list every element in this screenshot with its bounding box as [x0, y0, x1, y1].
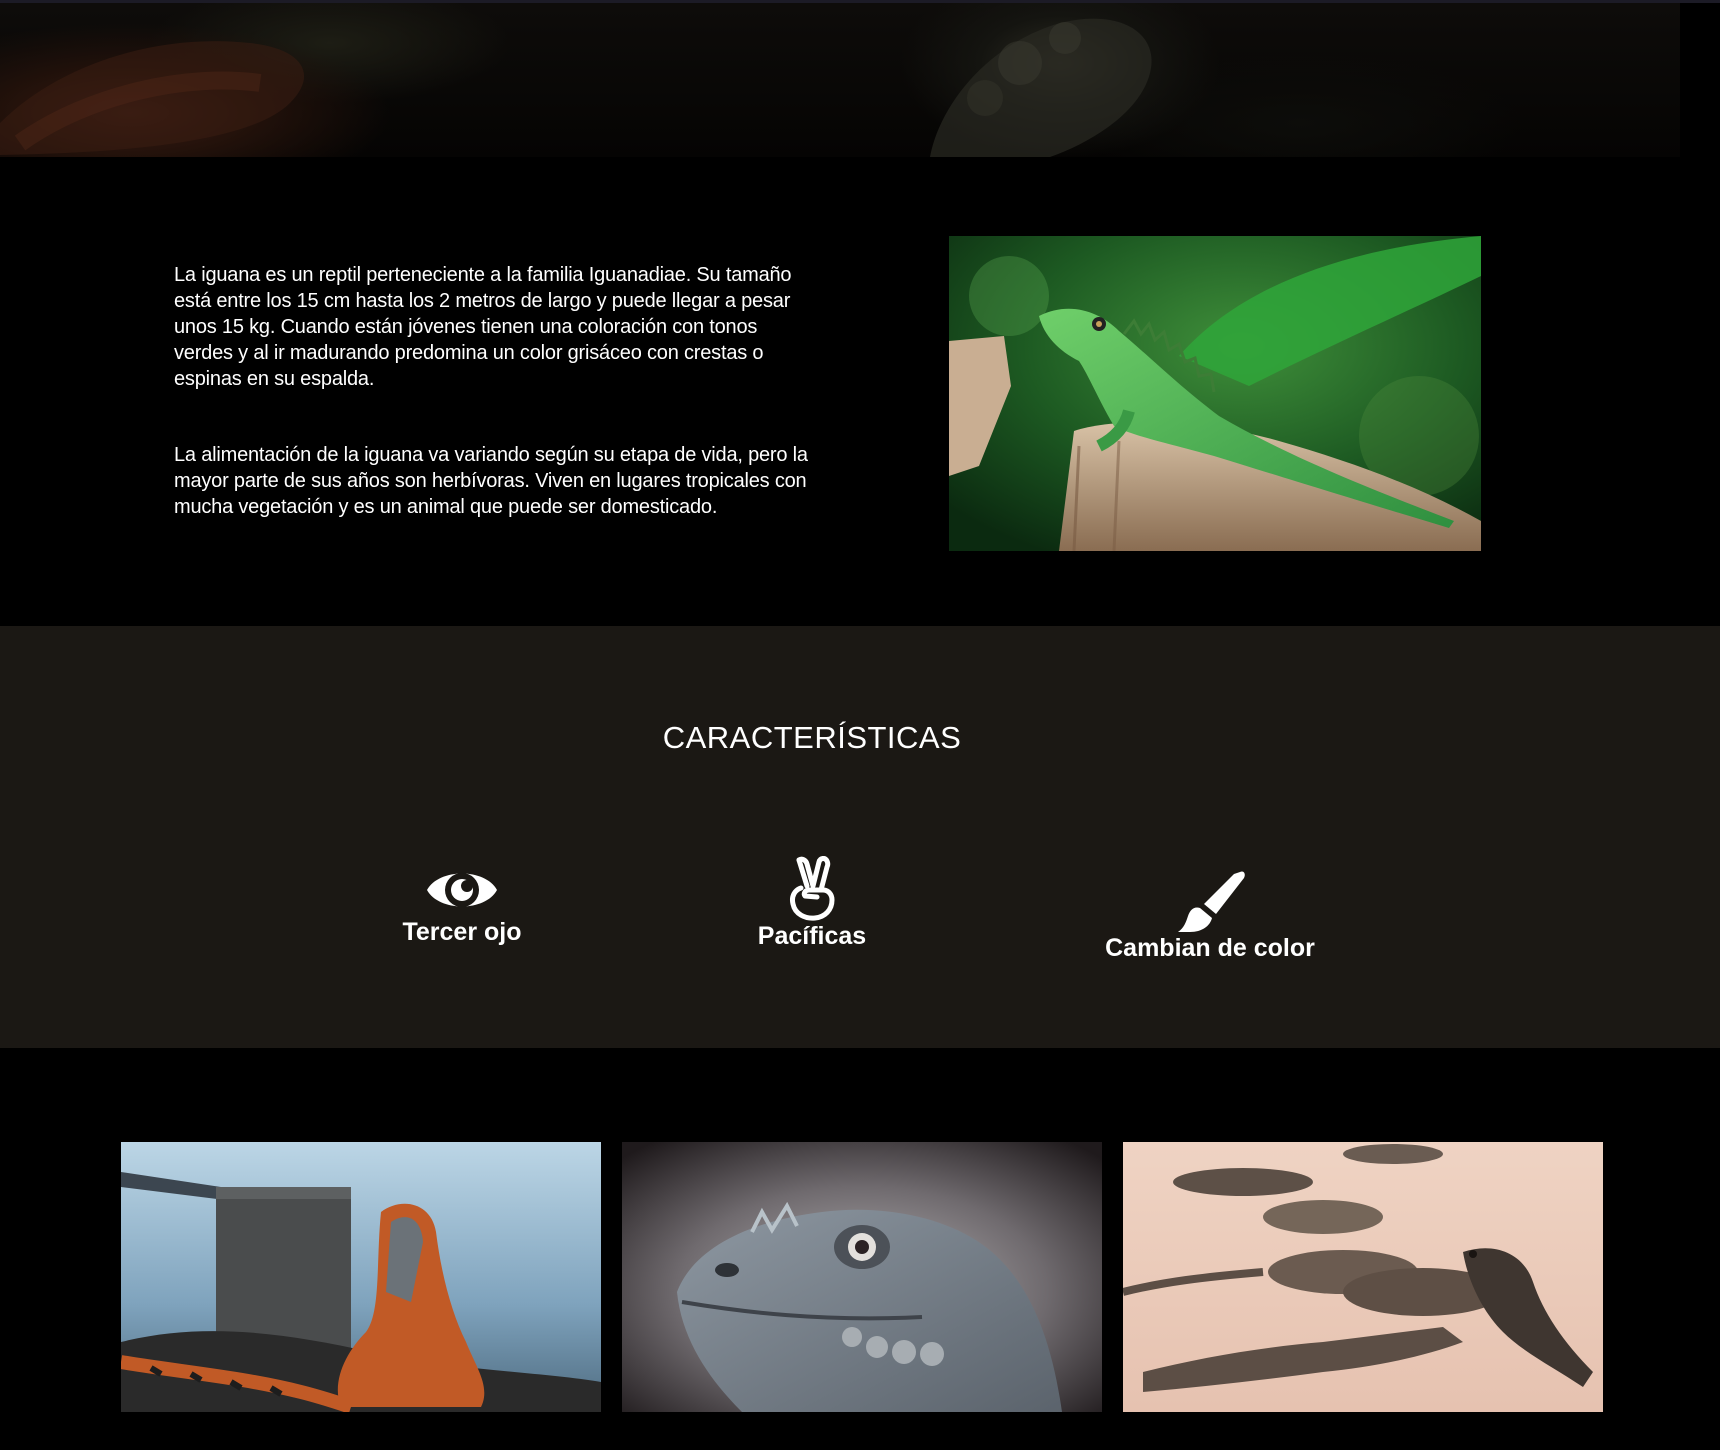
iguana-closeup-art [622, 1142, 1102, 1412]
orange-iguana-art [121, 1142, 601, 1412]
feature-label: Cambian de color [1105, 934, 1315, 962]
hero-right-margin [1680, 3, 1720, 157]
intro-paragraph-1: La iguana es un reptil perteneciente a l… [174, 264, 792, 390]
gallery-section [0, 1048, 1720, 1450]
beach-iguanas-art [1123, 1142, 1603, 1412]
peace-hand-icon [790, 856, 835, 921]
eye-icon [427, 873, 497, 907]
feature-label: Pacíficas [757, 922, 867, 950]
paint-brush-icon [1178, 871, 1245, 932]
intro-text: La iguana es un reptil perteneciente a l… [174, 262, 814, 570]
hero-image-art [0, 18, 1152, 157]
hero-banner-image [0, 3, 1680, 157]
intro-section: La iguana es un reptil perteneciente a l… [0, 157, 1720, 626]
gallery-photo-beach-iguanas [1123, 1142, 1603, 1412]
feature-cambian-de-color: Cambian de color [1060, 868, 1360, 963]
intro-paragraph-2: La alimentación de la iguana va variando… [174, 444, 808, 518]
gallery-photo-orange-iguana [121, 1142, 601, 1412]
features-section: CARACTERÍSTICAS Tercer ojo Pacíficas Cam… [0, 626, 1720, 1048]
green-iguana-photo [949, 236, 1481, 551]
feature-pacificas: Pacíficas [712, 856, 912, 951]
feature-tercer-ojo: Tercer ojo [362, 862, 562, 947]
features-title: CARACTERÍSTICAS [662, 720, 962, 755]
gallery-photo-iguana-closeup [622, 1142, 1102, 1412]
feature-label: Tercer ojo [402, 918, 522, 946]
green-iguana-art [949, 236, 1481, 551]
